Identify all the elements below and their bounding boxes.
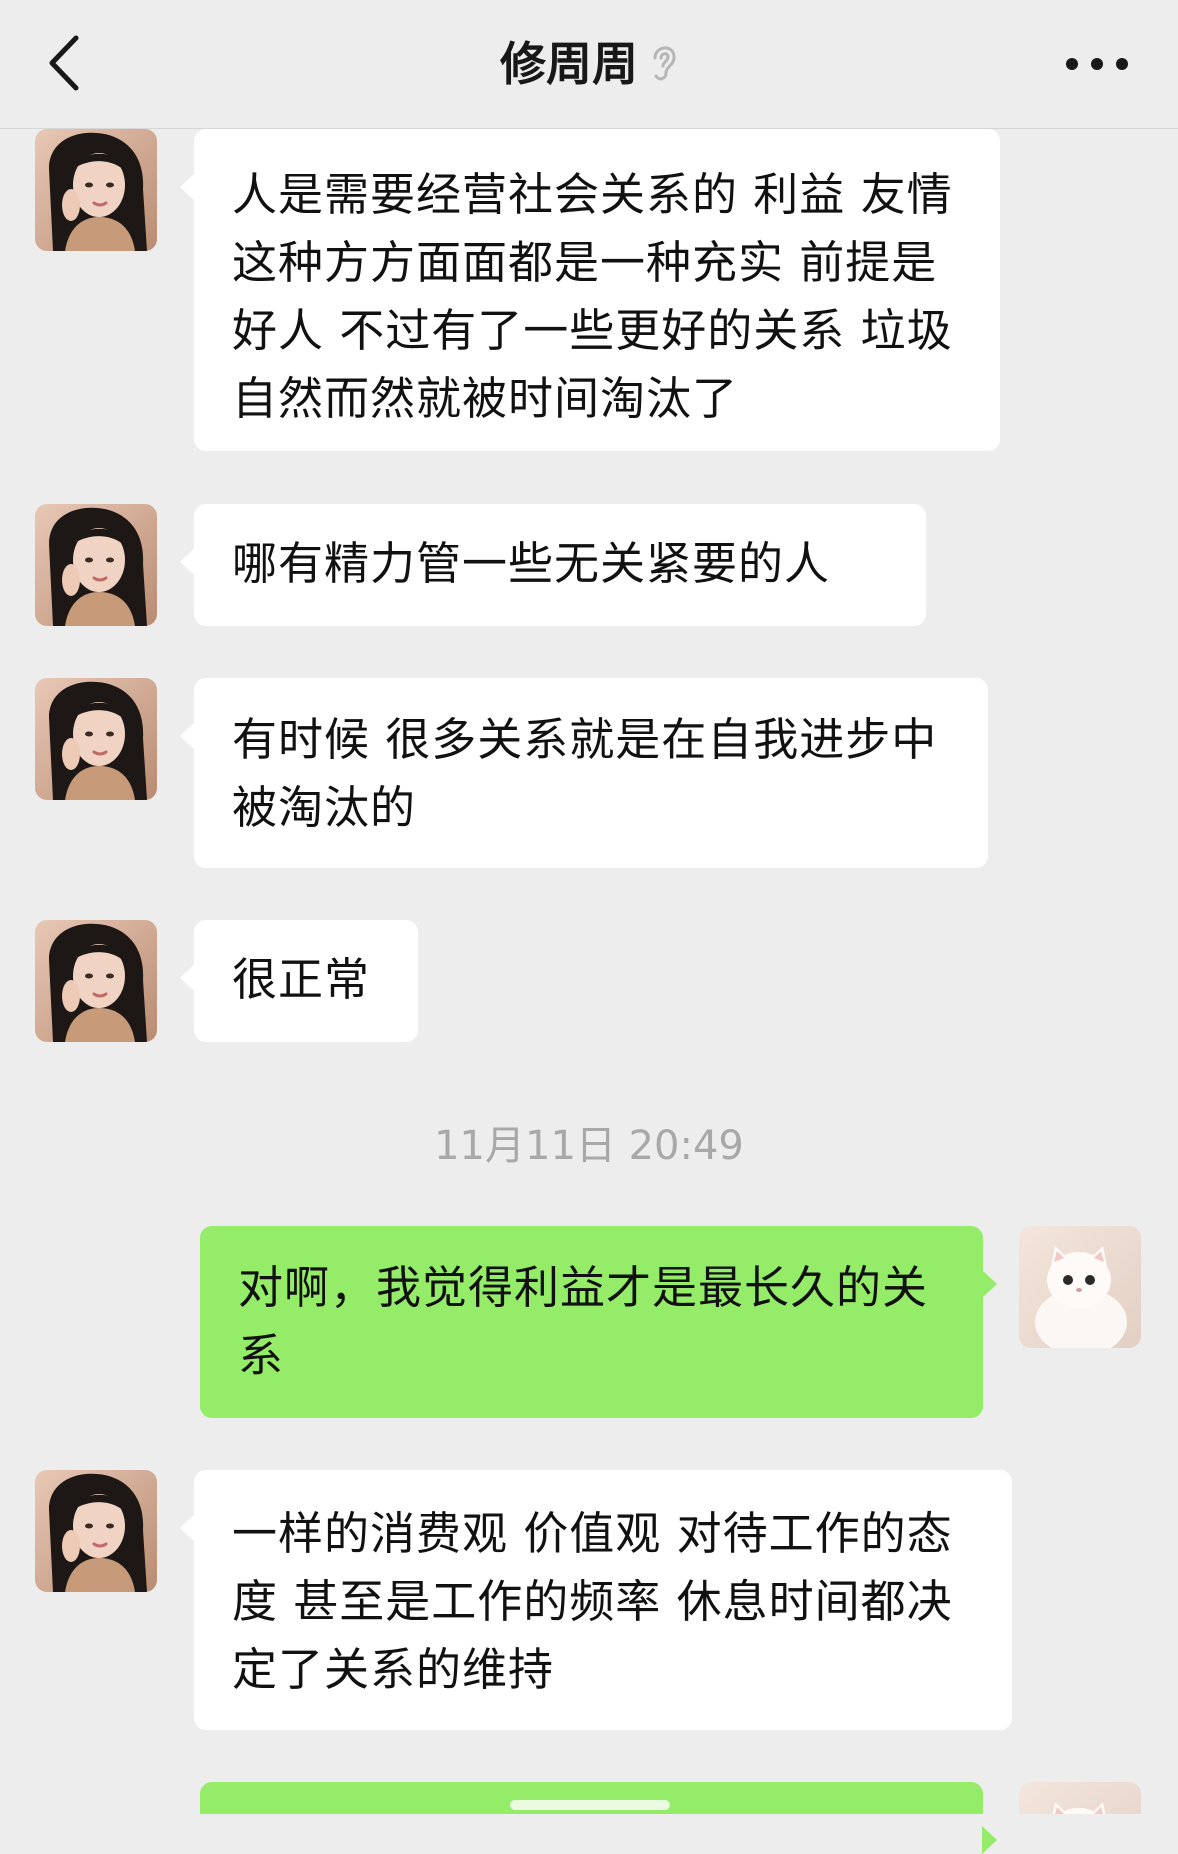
message-bubble-incoming[interactable]: 有时候 很多关系就是在自我进步中被淘汰的 bbox=[180, 678, 988, 868]
message-text: 哪有精力管一些无关紧要的人 bbox=[232, 537, 831, 590]
home-indicator bbox=[510, 1800, 670, 1810]
more-button[interactable] bbox=[1062, 42, 1132, 86]
message-text: 一样的消费观 价值观 对待工作的态度 甚至是工作的频率 休息时间都决定了关系的维… bbox=[232, 1507, 953, 1696]
more-dots-icon bbox=[1066, 58, 1128, 70]
my-avatar[interactable] bbox=[1019, 1226, 1141, 1348]
contact-avatar[interactable] bbox=[35, 920, 157, 1042]
message-text: 对啊，我觉得利益才是最长久的关系 bbox=[238, 1261, 929, 1382]
chat-title[interactable]: 修周周 bbox=[500, 37, 638, 91]
chat-header: 修周周 bbox=[0, 0, 1178, 129]
ear-icon bbox=[648, 40, 678, 96]
contact-avatar[interactable] bbox=[35, 129, 157, 251]
contact-avatar[interactable] bbox=[35, 504, 157, 626]
my-avatar[interactable] bbox=[1019, 1782, 1141, 1814]
message-text: 很正常 bbox=[232, 953, 371, 1006]
message-bubble-incoming[interactable]: 哪有精力管一些无关紧要的人 bbox=[180, 504, 926, 626]
chat-timestamp: 11月11日 20:49 bbox=[434, 1123, 744, 1169]
message-text: 有时候 很多关系就是在自我进步中被淘汰的 bbox=[232, 713, 938, 834]
message-text: 人是需要经营社会关系的 利益 友情 这种方方面面都是一种充实 前提是好人 不过有… bbox=[232, 168, 953, 425]
message-bubble-incoming[interactable]: 人是需要经营社会关系的 利益 友情 这种方方面面都是一种充实 前提是好人 不过有… bbox=[180, 129, 1000, 451]
chat-title-wrap: 修周周 bbox=[0, 36, 1178, 96]
contact-avatar[interactable] bbox=[35, 678, 157, 800]
contact-avatar[interactable] bbox=[35, 1470, 157, 1592]
message-bubble-incoming[interactable]: 一样的消费观 价值观 对待工作的态度 甚至是工作的频率 休息时间都决定了关系的维… bbox=[180, 1470, 1012, 1730]
message-bubble-incoming[interactable]: 很正常 bbox=[180, 920, 418, 1042]
message-bubble-outgoing[interactable]: 对啊，我觉得利益才是最长久的关系 bbox=[200, 1226, 997, 1418]
